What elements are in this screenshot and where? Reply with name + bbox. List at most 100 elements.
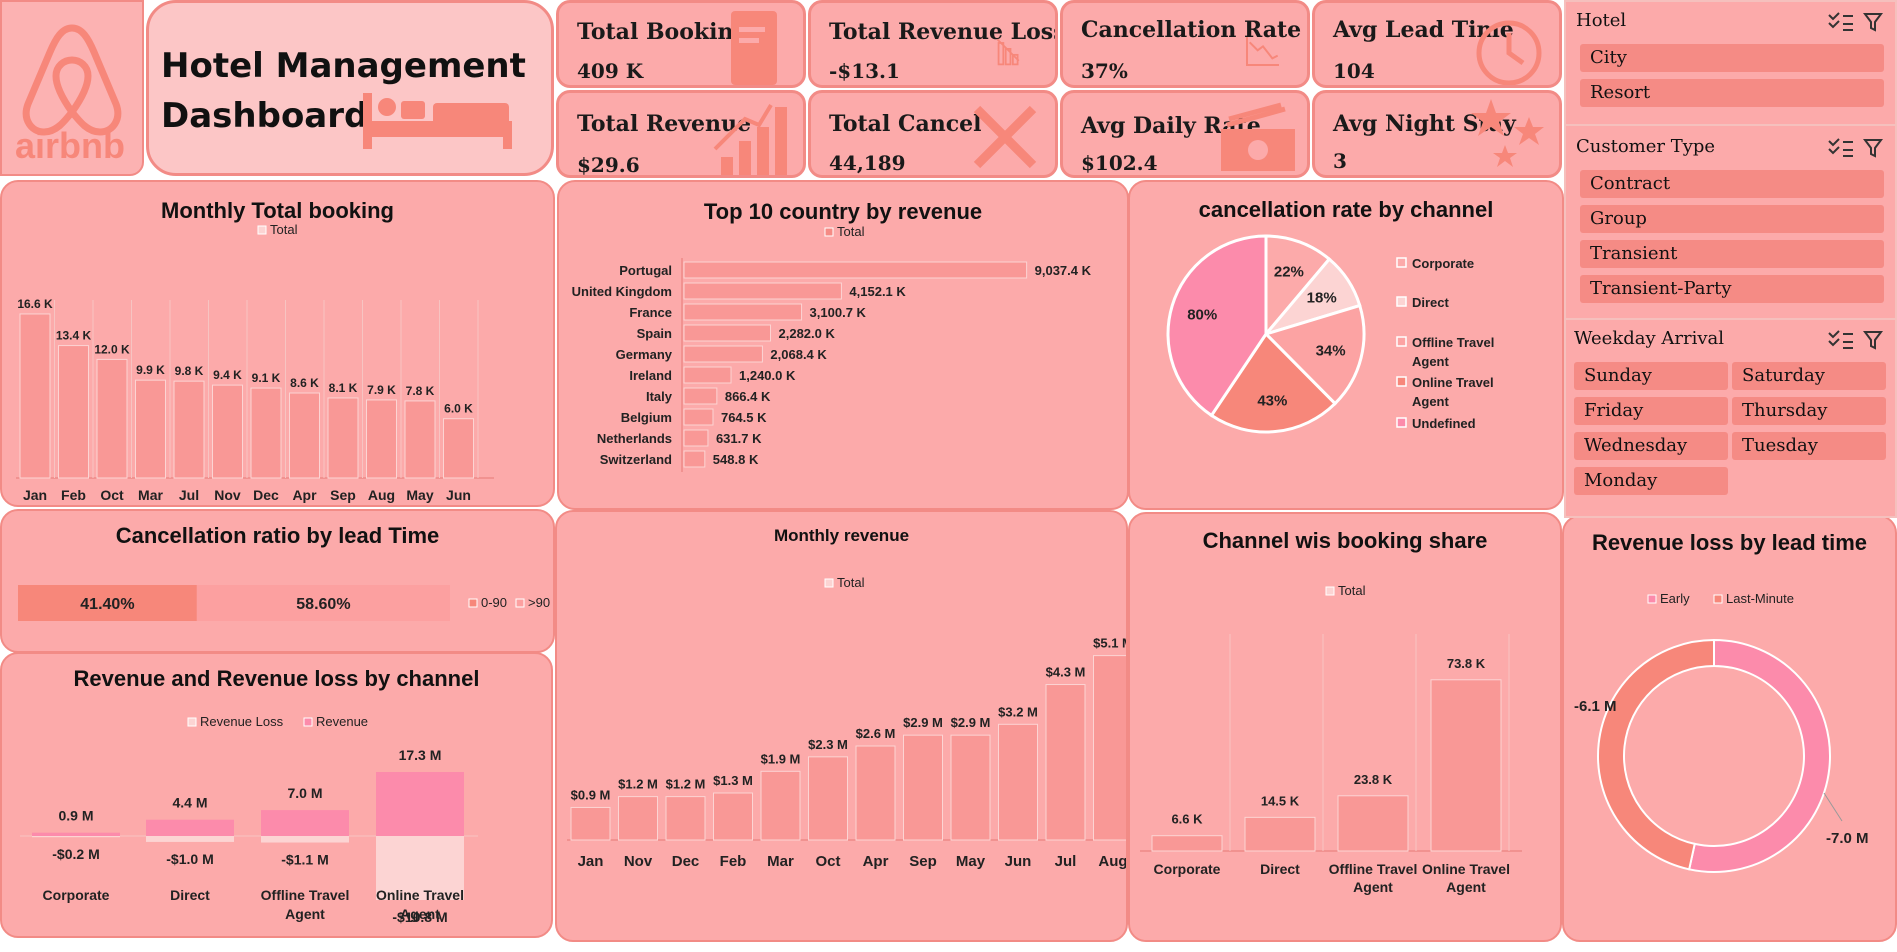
bar [404, 400, 436, 479]
bar [950, 734, 991, 841]
bar [1045, 684, 1086, 841]
slicer-item-city[interactable]: City [1580, 44, 1884, 72]
data-label: $1.2 M [666, 777, 706, 792]
slice-label: 80% [1187, 307, 1217, 324]
segment-label: 41.40% [80, 596, 134, 613]
revenue-label: 0.9 M [58, 808, 93, 824]
x-tick-label: Offline Travel [1329, 861, 1418, 877]
slice-label: 34% [1316, 342, 1346, 359]
kpi-value: 44,189 [829, 151, 906, 175]
data-label: 764.5 K [721, 410, 767, 425]
bar [570, 806, 611, 841]
slicer-item-tuesday[interactable]: Tuesday [1732, 432, 1886, 460]
data-label: $1.9 M [761, 751, 801, 766]
bar [366, 399, 397, 479]
legend-label: Agent [1412, 354, 1450, 369]
legend-label: Online Travel [1412, 375, 1494, 390]
multi-select-filter-icons[interactable] [1825, 136, 1885, 160]
slicer-item-resort[interactable]: Resort [1580, 79, 1884, 107]
y-tick-label: Ireland [629, 368, 672, 383]
bar [683, 450, 706, 468]
bar [1093, 655, 1126, 841]
legend-swatch [257, 225, 267, 235]
panel-cancel-lead: Cancellation ratio by lead Time 41.40% 58… [0, 509, 555, 653]
bar [96, 358, 128, 479]
x-tick-label: Aug [1098, 853, 1127, 870]
bar [665, 796, 706, 841]
chart-channel-share: Total 6.6 K Corporate 14.5 K Direct 23.8 K Off… [1140, 583, 1522, 895]
slicer-item-sunday[interactable]: Sunday [1574, 362, 1728, 390]
kpi-total-cancel: Total Cancel 44,189 [808, 90, 1058, 178]
y-tick-label: Portugal [619, 263, 672, 278]
slicer-title: Hotel [1576, 10, 1627, 31]
logo-text: airbnb [15, 125, 125, 166]
data-label: 9.1 K [252, 371, 281, 385]
data-label: 3,100.7 K [810, 305, 867, 320]
kpi-avg-night-stay: Avg Night Stay 3 [1312, 90, 1562, 178]
x-tick-label: Online Travel [1422, 861, 1510, 877]
kpi-total-booking: Total Booking 409 K [556, 0, 806, 88]
slicer-item-friday[interactable]: Friday [1574, 397, 1728, 425]
legend-label: Total [837, 575, 865, 590]
legend-label: Revenue Loss [200, 714, 284, 729]
legend-label: Total [1338, 583, 1366, 598]
legend-swatch [1396, 296, 1407, 307]
data-label: 2,282.0 K [779, 326, 836, 341]
book-icon [731, 11, 777, 85]
y-tick-label: Switzerland [600, 452, 672, 467]
bar [683, 408, 714, 426]
x-tick-label: Aug [368, 487, 395, 503]
segment-label: 58.60% [296, 596, 350, 613]
panel-cancel-channel: cancellation rate by channel 22% 18% 34% 43… [1128, 180, 1564, 510]
data-label: 6.0 K [444, 402, 473, 416]
kpi-value: 409 K [577, 59, 644, 83]
slicer-item-thursday[interactable]: Thursday [1732, 397, 1886, 425]
slicer-item-saturday[interactable]: Saturday [1732, 362, 1886, 390]
slicer-item-wednesday[interactable]: Wednesday [1574, 432, 1728, 460]
slicer-item-transient[interactable]: Transient [1580, 240, 1884, 268]
legend-label: Corporate [1412, 256, 1474, 271]
data-label: $1.3 M [713, 773, 753, 788]
logo-panel: airbnb [0, 0, 144, 176]
kpi-value: $102.4 [1081, 151, 1158, 175]
legend-swatch [1396, 257, 1407, 268]
x-tick-label: Feb [720, 853, 747, 870]
data-label: 7.9 K [367, 383, 396, 397]
data-label: 9.9 K [136, 363, 165, 377]
legend-label: Undefined [1412, 416, 1476, 431]
bar [998, 723, 1038, 841]
slice-label: 18% [1307, 289, 1337, 306]
data-label: 866.4 K [725, 389, 771, 404]
x-tick-label: Apr [292, 487, 317, 503]
slicer-item-transient-party[interactable]: Transient-Party [1580, 275, 1884, 303]
kpi-value: -$13.1 [829, 59, 900, 83]
legend-label: Direct [1412, 295, 1450, 310]
leader-line [1823, 792, 1843, 822]
x-tick-label: Jun [446, 487, 471, 503]
data-label: 9.4 K [213, 368, 242, 382]
x-tick-label: Jan [578, 853, 604, 870]
slice-label: 22% [1274, 263, 1304, 280]
multi-select-filter-icons[interactable] [1825, 10, 1885, 34]
data-label: $1.2 M [618, 777, 658, 792]
y-tick-label: Spain [637, 326, 672, 341]
x-tick-label: Offline Travel [261, 887, 350, 903]
bar [135, 379, 166, 479]
x-tick-label: Mar [138, 487, 163, 503]
x-tick-label: May [406, 487, 433, 503]
slicer-item-group[interactable]: Group [1580, 205, 1884, 233]
slicer-item-monday[interactable]: Monday [1574, 467, 1728, 495]
legend-swatch [303, 717, 313, 727]
slicer-item-contract[interactable]: Contract [1580, 170, 1884, 198]
x-tick-label: Online Travel [376, 887, 464, 903]
data-label: $2.3 M [808, 737, 848, 752]
legend-label: Last-Minute [1726, 591, 1794, 606]
legend-label: Revenue [316, 714, 368, 729]
x-tick-label: Dec [253, 487, 279, 503]
data-label: 631.7 K [716, 431, 762, 446]
cancel-x-icon [973, 105, 1037, 169]
panel-channel-share: Channel wis booking share Total 6.6 K Corp… [1128, 512, 1562, 942]
data-label: $4.3 M [1046, 665, 1086, 680]
data-label: $0.9 M [571, 787, 611, 802]
multi-select-filter-icons[interactable] [1825, 328, 1885, 352]
